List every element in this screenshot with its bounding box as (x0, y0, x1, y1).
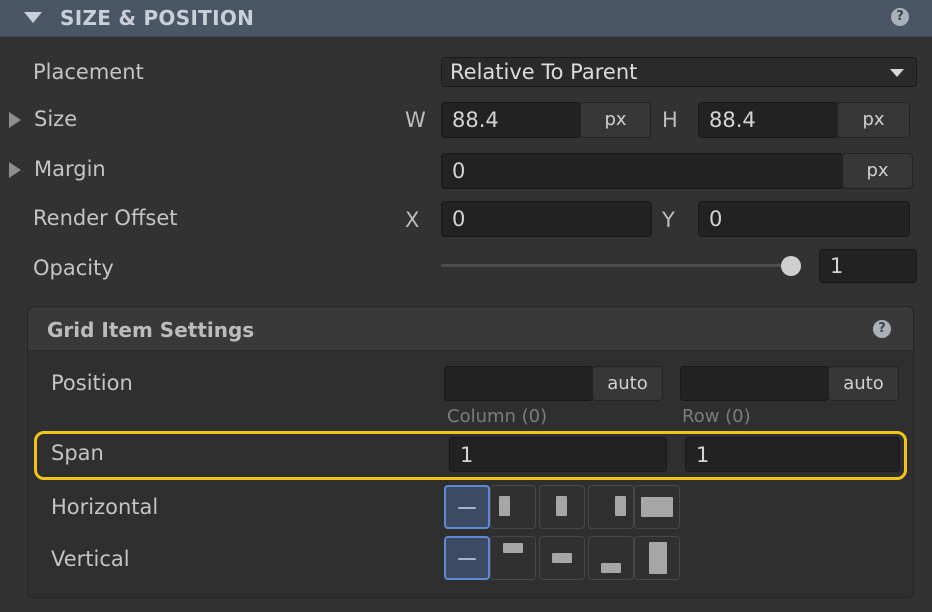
placement-value: Relative To Parent (450, 60, 638, 84)
horizontal-end-button[interactable] (588, 485, 634, 529)
row-position-input[interactable] (680, 366, 829, 401)
stretch-icon (649, 542, 667, 574)
horizontal-auto-button[interactable] (444, 485, 490, 529)
size-expand-icon[interactable] (9, 112, 21, 128)
opacity-label: Opacity (33, 256, 114, 280)
section-header[interactable]: SIZE & POSITION ? (0, 0, 932, 37)
opacity-input[interactable]: 1 (819, 249, 917, 283)
auto-icon (458, 558, 476, 560)
row-auto-button[interactable]: auto (828, 366, 899, 401)
render-offset-label: Render Offset (33, 206, 178, 230)
vertical-bottom-button[interactable] (588, 536, 634, 580)
horizontal-label: Horizontal (51, 495, 159, 519)
align-middle-icon (552, 553, 572, 563)
vertical-label: Vertical (51, 547, 130, 571)
stretch-icon (641, 497, 673, 517)
width-input[interactable]: 88.4 (441, 102, 581, 138)
opacity-slider[interactable] (441, 264, 801, 267)
span-highlight-box (34, 431, 907, 480)
align-bottom-icon (601, 563, 621, 573)
align-center-icon (556, 496, 567, 516)
vertical-top-button[interactable] (490, 536, 536, 580)
vertical-middle-button[interactable] (539, 536, 585, 580)
horizontal-stretch-button[interactable] (634, 485, 680, 529)
size-label: Size (34, 107, 78, 131)
vertical-auto-button[interactable] (444, 536, 490, 580)
collapse-triangle-icon[interactable] (24, 12, 42, 23)
margin-input[interactable]: 0 (441, 153, 843, 189)
placement-dropdown[interactable]: Relative To Parent (441, 57, 917, 87)
section-title: SIZE & POSITION (60, 6, 255, 30)
align-top-icon (503, 543, 523, 553)
column-auto-button[interactable]: auto (592, 366, 663, 401)
align-start-icon (499, 496, 510, 516)
horizontal-center-button[interactable] (539, 485, 585, 529)
grid-item-settings-title: Grid Item Settings (47, 318, 255, 342)
offset-x-axis-label: X (405, 208, 420, 232)
chevron-down-icon (890, 69, 904, 77)
align-end-icon (615, 496, 626, 516)
height-unit-button[interactable]: px (837, 102, 910, 138)
offset-y-input[interactable]: 0 (698, 201, 910, 237)
width-axis-label: W (405, 108, 426, 132)
opacity-slider-thumb[interactable] (781, 256, 801, 276)
auto-icon (458, 507, 476, 509)
grid-help-icon[interactable]: ? (873, 320, 891, 338)
help-icon[interactable]: ? (891, 8, 909, 26)
height-input[interactable]: 88.4 (698, 102, 838, 138)
column-caption: Column (0) (447, 406, 548, 427)
offset-y-axis-label: Y (662, 208, 675, 232)
column-position-input[interactable] (444, 366, 593, 401)
vertical-stretch-button[interactable] (634, 536, 680, 580)
margin-label: Margin (34, 157, 106, 181)
offset-x-input[interactable]: 0 (441, 201, 652, 237)
row-caption: Row (0) (682, 406, 751, 427)
placement-label: Placement (33, 60, 144, 84)
horizontal-start-button[interactable] (490, 485, 536, 529)
margin-expand-icon[interactable] (9, 162, 21, 178)
width-unit-button[interactable]: px (580, 102, 651, 138)
height-axis-label: H (662, 108, 678, 132)
position-label: Position (51, 371, 133, 395)
margin-unit-button[interactable]: px (842, 153, 913, 189)
